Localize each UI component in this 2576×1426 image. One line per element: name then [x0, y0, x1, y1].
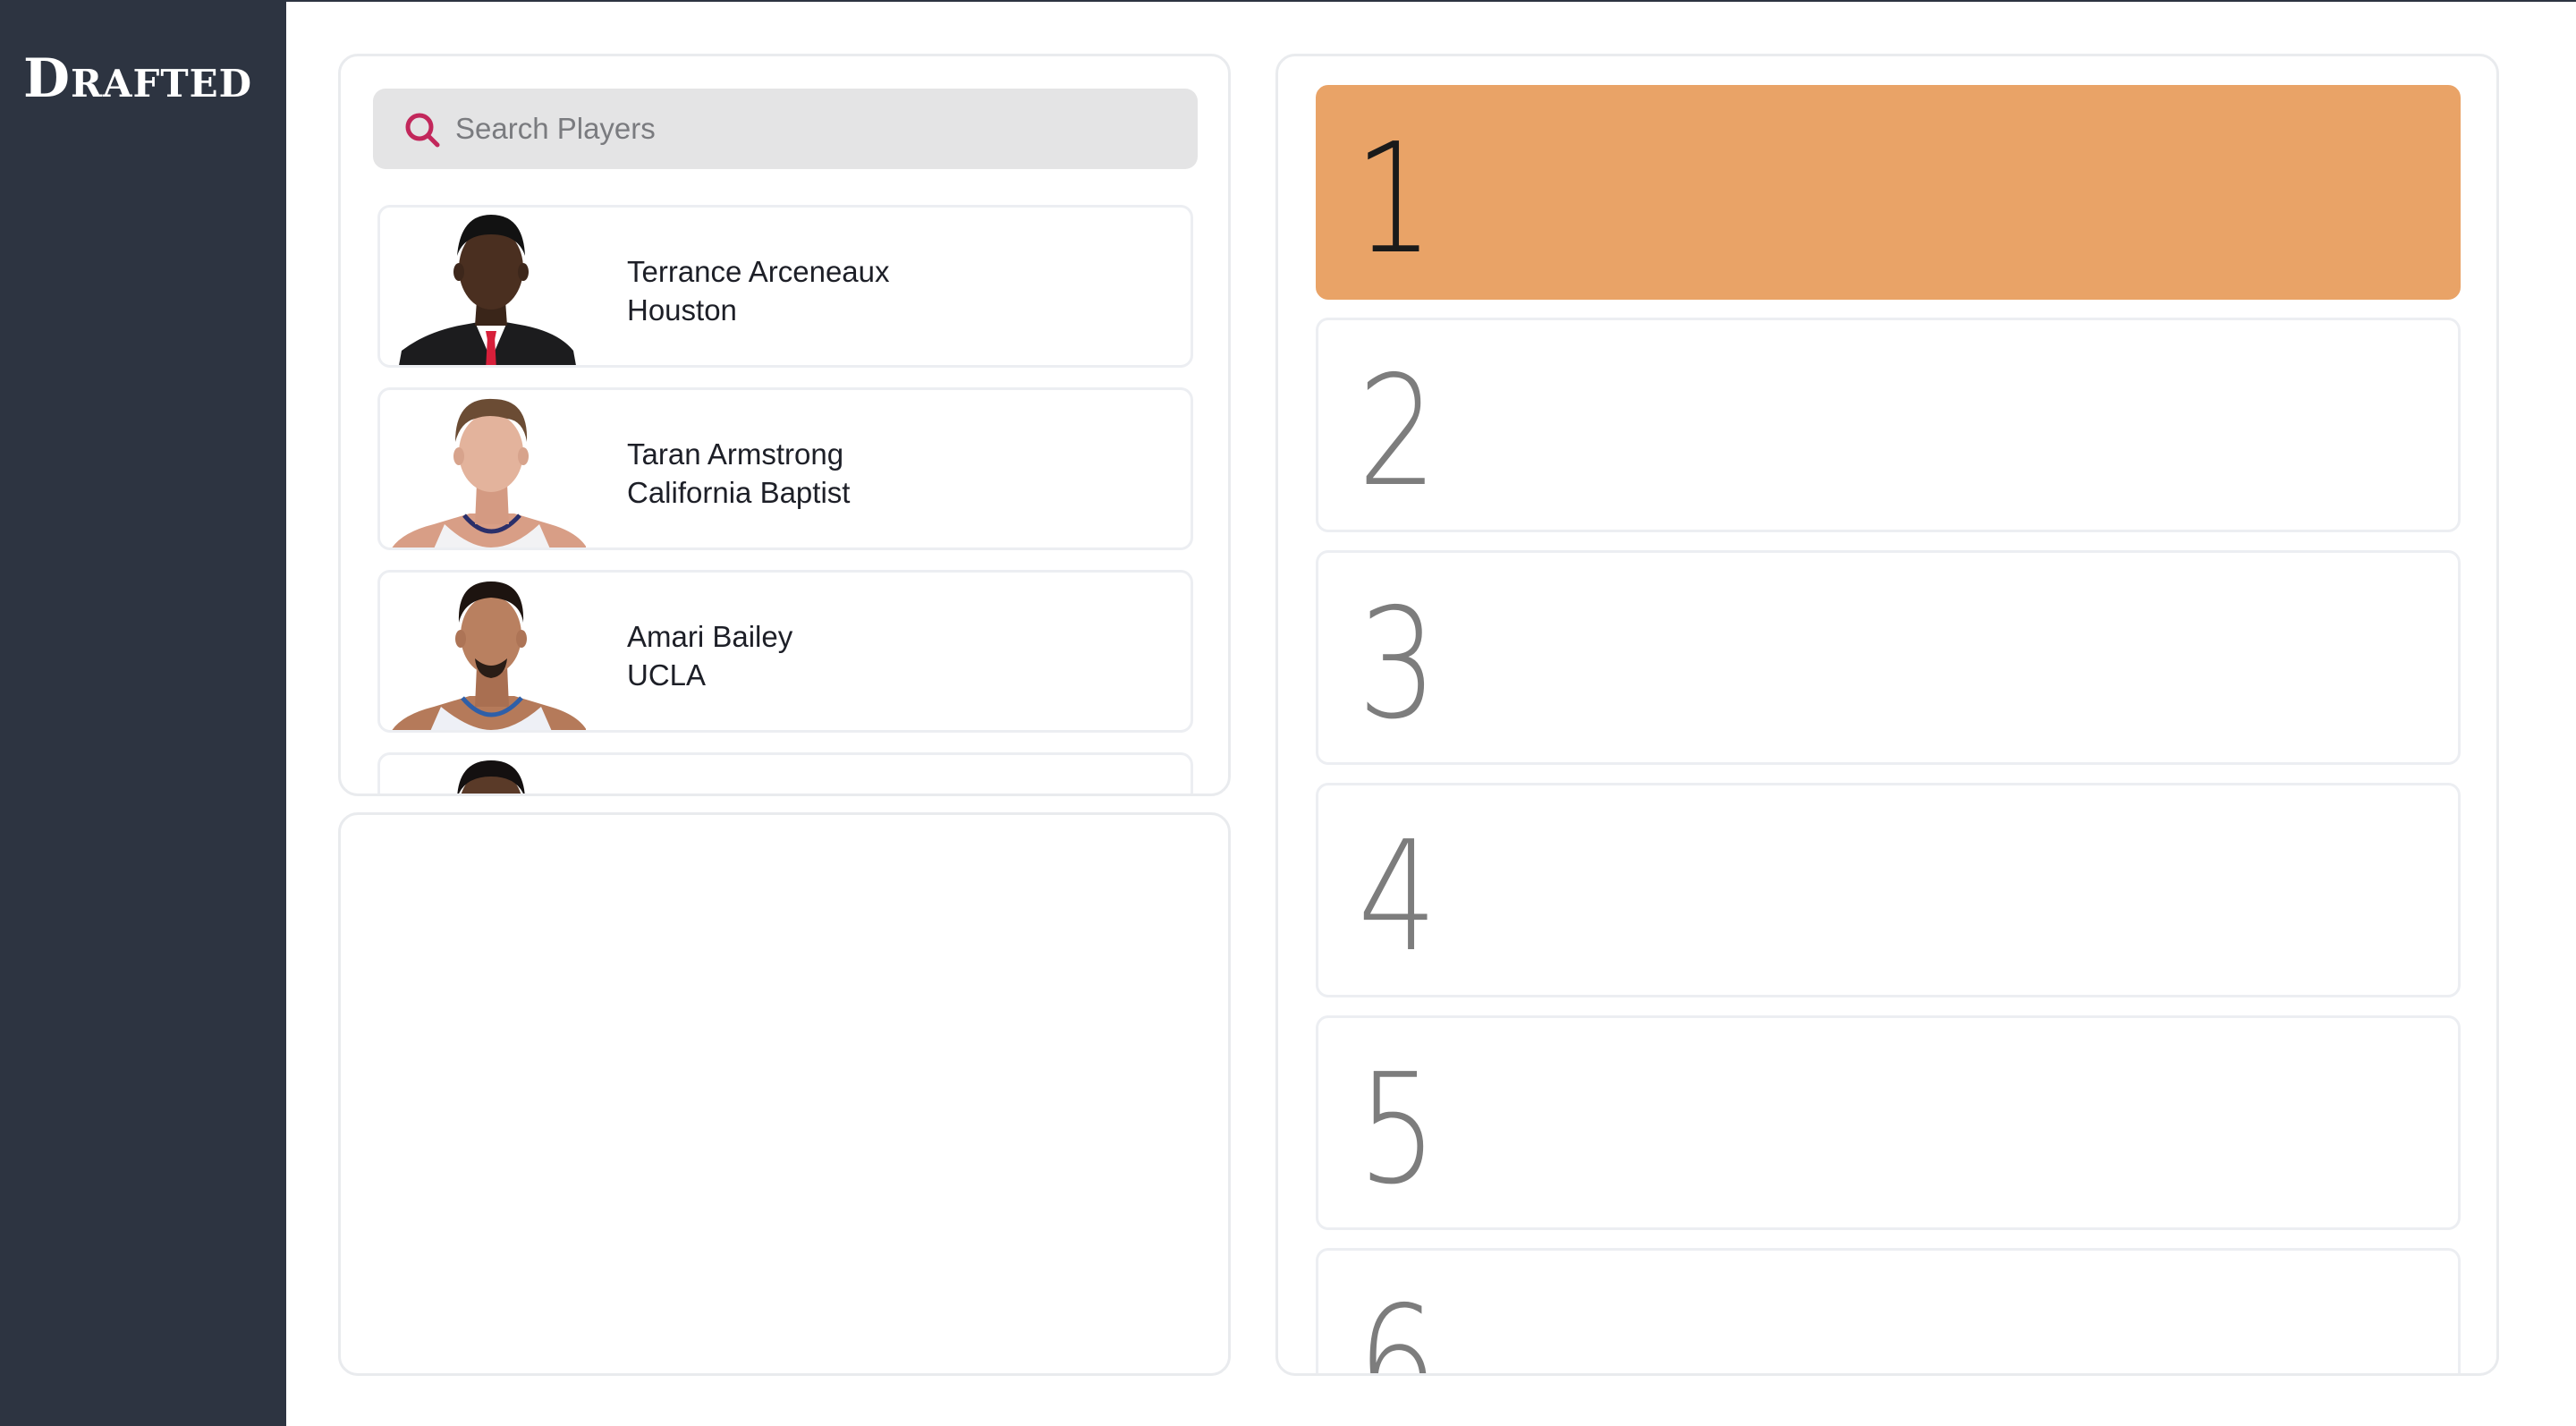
player-school: UCLA	[627, 658, 707, 692]
player-card[interactable]: Taran Armstrong California Baptist	[377, 387, 1193, 550]
pick-number: 5	[1358, 1041, 1437, 1218]
player-info: Taran Armstrong California Baptist	[627, 435, 850, 512]
player-photo	[392, 398, 586, 547]
player-name: Terrance Arceneaux	[627, 255, 890, 288]
pick-number: 6	[1358, 1274, 1437, 1376]
draft-pick-slot[interactable]: 5	[1316, 1015, 2461, 1230]
search-icon	[405, 113, 440, 148]
player-card[interactable]	[377, 752, 1193, 794]
pick-number: 3	[1358, 576, 1437, 753]
player-search-panel: Terrance Arceneaux Houston Taran Armstro…	[338, 54, 1231, 796]
search-bar[interactable]	[373, 89, 1198, 169]
sidebar: Drafted	[0, 2, 286, 1426]
draft-pick-slot[interactable]: 2	[1316, 318, 2461, 532]
player-info: Amari Bailey UCLA	[627, 617, 792, 694]
draft-pick-slot[interactable]: 1	[1316, 85, 2461, 300]
player-card[interactable]: Terrance Arceneaux Houston	[377, 205, 1193, 368]
player-name: Amari Bailey	[627, 620, 793, 653]
app-window: Drafted Search Players Terrance Arceneau…	[0, 0, 2576, 1426]
pick-number: 1	[1354, 111, 1434, 288]
draft-pick-slot[interactable]: 3	[1316, 550, 2461, 765]
player-name: Taran Armstrong	[627, 437, 844, 471]
player-photo	[399, 215, 576, 365]
player-list[interactable]: Terrance Arceneaux Houston Taran Armstro…	[377, 205, 1193, 794]
search-input[interactable]	[455, 89, 1171, 169]
app-logo[interactable]: Drafted	[23, 52, 252, 106]
player-card[interactable]: Amari Bailey UCLA	[377, 570, 1193, 733]
pick-number: 2	[1358, 344, 1437, 521]
player-info: Terrance Arceneaux Houston	[627, 252, 890, 329]
draft-board-panel: 1 2 3 4 5 6	[1275, 54, 2499, 1376]
draft-pick-slot[interactable]: 6	[1316, 1248, 2461, 1376]
draft-pick-slot[interactable]: 4	[1316, 783, 2461, 997]
pick-number: 4	[1358, 809, 1437, 986]
player-photo	[392, 581, 586, 730]
player-school: California Baptist	[627, 476, 851, 509]
selected-player-panel	[338, 812, 1231, 1376]
player-school: Houston	[627, 293, 737, 327]
player-photo	[457, 760, 525, 794]
